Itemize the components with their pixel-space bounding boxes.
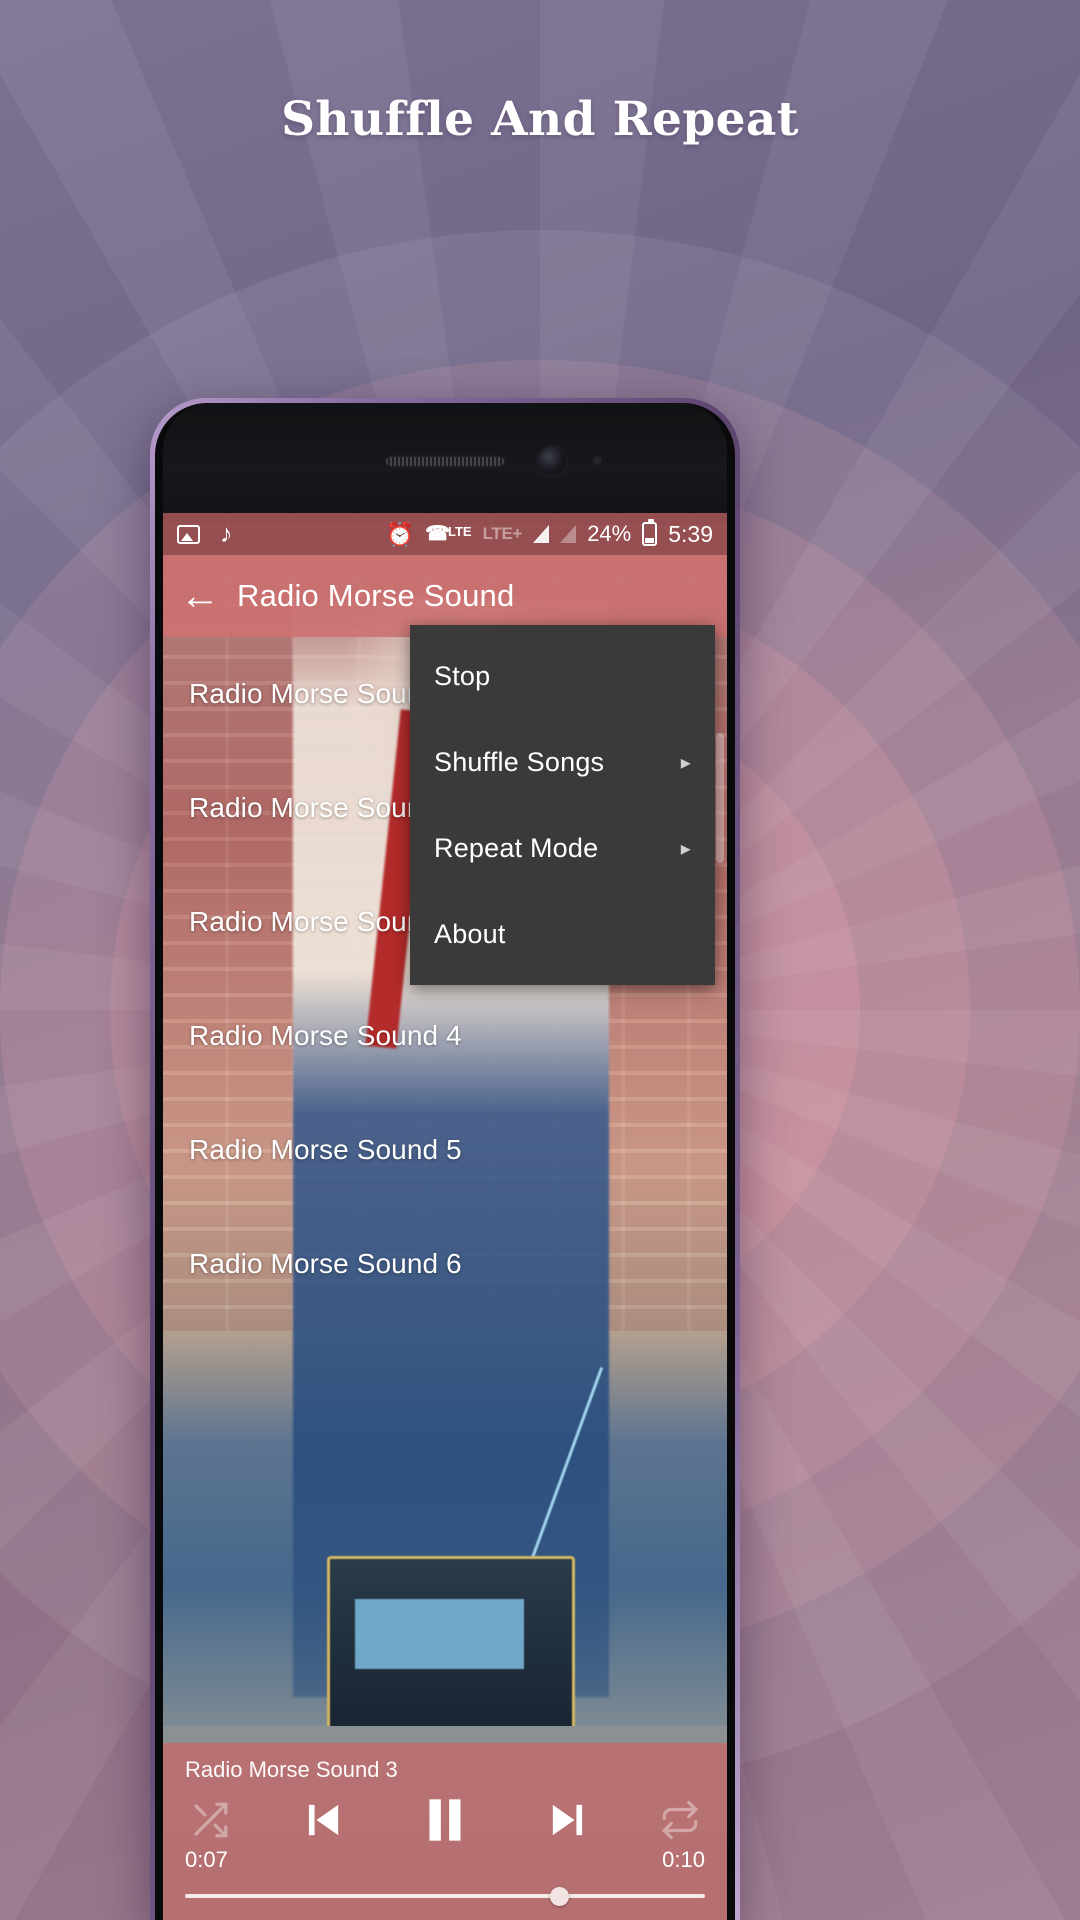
signal-bars-icon-2 <box>560 525 577 543</box>
seek-thumb[interactable] <box>550 1887 570 1906</box>
lte-plus-label: LTE+ <box>482 524 523 543</box>
pause-icon[interactable] <box>414 1789 476 1851</box>
shuffle-icon[interactable] <box>189 1799 231 1841</box>
phone-screen: ♪ ⏰ ☎ LTE LTE+ 24% 5:39 ← Radio Morse So… <box>163 513 727 1920</box>
signal-bars-icon <box>533 525 550 543</box>
list-item[interactable]: Radio Morse Sound 4 <box>163 979 727 1093</box>
volte-call-icon: ☎ LTE <box>425 523 472 545</box>
overflow-menu[interactable]: Stop Shuffle Songs ▸ Repeat Mode ▸ About <box>410 625 715 985</box>
status-bar-right: ⏰ ☎ LTE LTE+ 24% 5:39 <box>385 519 713 548</box>
clock-label: 5:39 <box>668 520 713 547</box>
phone-body: ♪ ⏰ ☎ LTE LTE+ 24% 5:39 ← Radio Morse So… <box>155 403 735 1920</box>
list-scrollbar[interactable] <box>716 733 724 863</box>
earpiece-icon <box>384 455 506 468</box>
image-icon <box>177 524 200 544</box>
duration-label: 0:10 <box>662 1847 705 1872</box>
promo-headline: Shuffle And Repeat <box>281 92 799 147</box>
song-title: Radio Morse Sound 6 <box>189 1248 462 1279</box>
skip-next-icon[interactable] <box>542 1794 594 1846</box>
phone-top-bezel <box>163 403 727 513</box>
page-title: Radio Morse Sound <box>237 578 515 613</box>
menu-item-label: Repeat Mode <box>434 832 599 863</box>
repeat-icon[interactable] <box>659 1799 701 1841</box>
proximity-sensor-icon <box>593 456 602 465</box>
elapsed-time-label: 0:07 <box>185 1847 228 1872</box>
song-title: Radio Morse Sound 4 <box>189 1020 462 1051</box>
menu-item-about[interactable]: About <box>410 891 715 977</box>
now-playing-label: Radio Morse Sound 3 <box>185 1757 398 1782</box>
submenu-caret-icon: ▸ <box>680 751 691 774</box>
skip-previous-icon[interactable] <box>297 1794 349 1846</box>
menu-item-repeat-mode[interactable]: Repeat Mode ▸ <box>410 805 715 891</box>
status-bar-left: ♪ <box>177 519 233 548</box>
player-bar: Radio Morse Sound 3 0:07 0:10 <box>163 1743 727 1920</box>
list-item[interactable]: Radio Morse Sound 6 <box>163 1207 727 1321</box>
battery-icon <box>642 519 658 546</box>
menu-item-stop[interactable]: Stop <box>410 633 715 719</box>
song-title: Radio Morse Sound 5 <box>189 1134 462 1165</box>
lte-label: LTE <box>448 524 472 539</box>
alarm-clock-icon: ⏰ <box>385 520 415 547</box>
status-bar: ♪ ⏰ ☎ LTE LTE+ 24% 5:39 <box>163 513 727 555</box>
menu-item-label: Shuffle Songs <box>434 746 605 777</box>
menu-item-label: About <box>434 918 506 949</box>
submenu-caret-icon: ▸ <box>680 837 691 860</box>
menu-item-shuffle-songs[interactable]: Shuffle Songs ▸ <box>410 719 715 805</box>
player-controls <box>185 1789 705 1851</box>
back-arrow-icon[interactable]: ← <box>163 576 237 616</box>
list-item[interactable]: Radio Morse Sound 5 <box>163 1093 727 1207</box>
music-note-icon: ♪ <box>220 519 233 548</box>
seek-track <box>185 1894 705 1898</box>
menu-item-label: Stop <box>434 660 491 691</box>
phone-mockup: ♪ ⏰ ☎ LTE LTE+ 24% 5:39 ← Radio Morse So… <box>150 398 740 1920</box>
front-camera-icon <box>538 447 566 475</box>
battery-percent-label: 24% <box>587 521 632 546</box>
seek-bar[interactable] <box>185 1887 705 1906</box>
